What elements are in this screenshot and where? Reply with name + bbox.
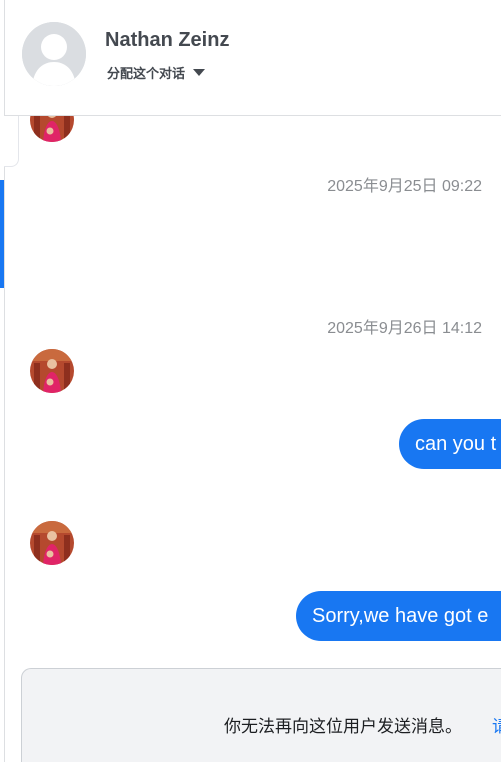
- selection-indicator: [0, 180, 4, 288]
- side-panel-edge: [4, 116, 19, 167]
- contact-avatar: [30, 349, 74, 393]
- default-user-avatar-icon[interactable]: [22, 22, 86, 86]
- message-timestamp: 2025年9月26日 14:12: [327, 320, 482, 337]
- outgoing-message-bubble[interactable]: Sorry,we have got e: [296, 591, 501, 641]
- assign-conversation-dropdown[interactable]: 分配这个对话: [107, 62, 206, 82]
- message-thread[interactable]: 2025年9月25日 09:22 2025年9月26日 14:12 can yo…: [5, 116, 501, 762]
- outgoing-message-bubble[interactable]: can you t: [399, 419, 501, 469]
- message-timestamp: 2025年9月25日 09:22: [327, 178, 482, 195]
- notice-text: 你无法再向这位用户发送消息。: [224, 717, 462, 736]
- conversation-panel: Nathan Zeinz 分配这个对话 2025年9月25日 09:22 202…: [0, 0, 501, 762]
- contact-avatar: [30, 116, 74, 142]
- contact-avatar: [30, 521, 74, 565]
- caret-down-icon: [193, 69, 206, 76]
- messaging-restricted-notice: 你无法再向这位用户发送消息。 请: [21, 668, 501, 762]
- notice-link[interactable]: 请: [492, 712, 501, 737]
- contact-name[interactable]: Nathan Zeinz: [105, 29, 229, 52]
- assign-conversation-label: 分配这个对话: [107, 65, 186, 81]
- conversation-header: Nathan Zeinz 分配这个对话: [5, 0, 501, 116]
